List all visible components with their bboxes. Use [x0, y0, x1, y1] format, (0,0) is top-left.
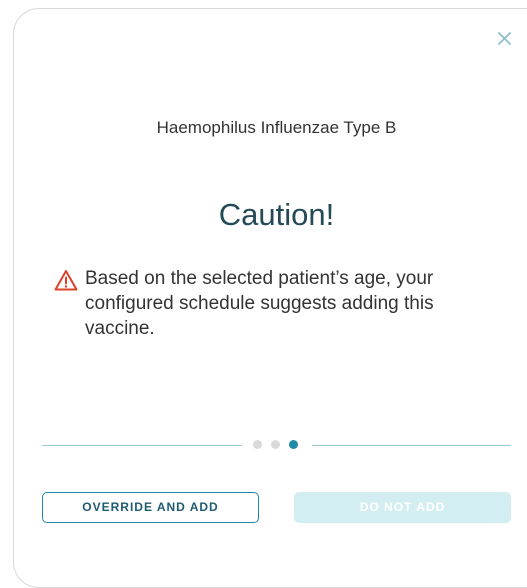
stepper-line-right: [312, 445, 511, 446]
step-dot-2[interactable]: [271, 440, 280, 449]
warning-triangle-icon: [54, 269, 78, 291]
vaccine-name: Haemophilus Influenzae Type B: [156, 118, 397, 137]
step-dot-1[interactable]: [253, 440, 262, 449]
caution-title: Caution!: [218, 197, 335, 232]
caution-message: Based on the selected patient’s age, you…: [85, 268, 434, 339]
do-not-add-button[interactable]: DO NOT ADD: [294, 492, 511, 523]
stepper-line-left: [42, 445, 242, 446]
close-icon[interactable]: [496, 30, 516, 50]
step-dot-3[interactable]: [289, 440, 298, 449]
override-and-add-button[interactable]: OVERRIDE AND ADD: [42, 492, 259, 523]
